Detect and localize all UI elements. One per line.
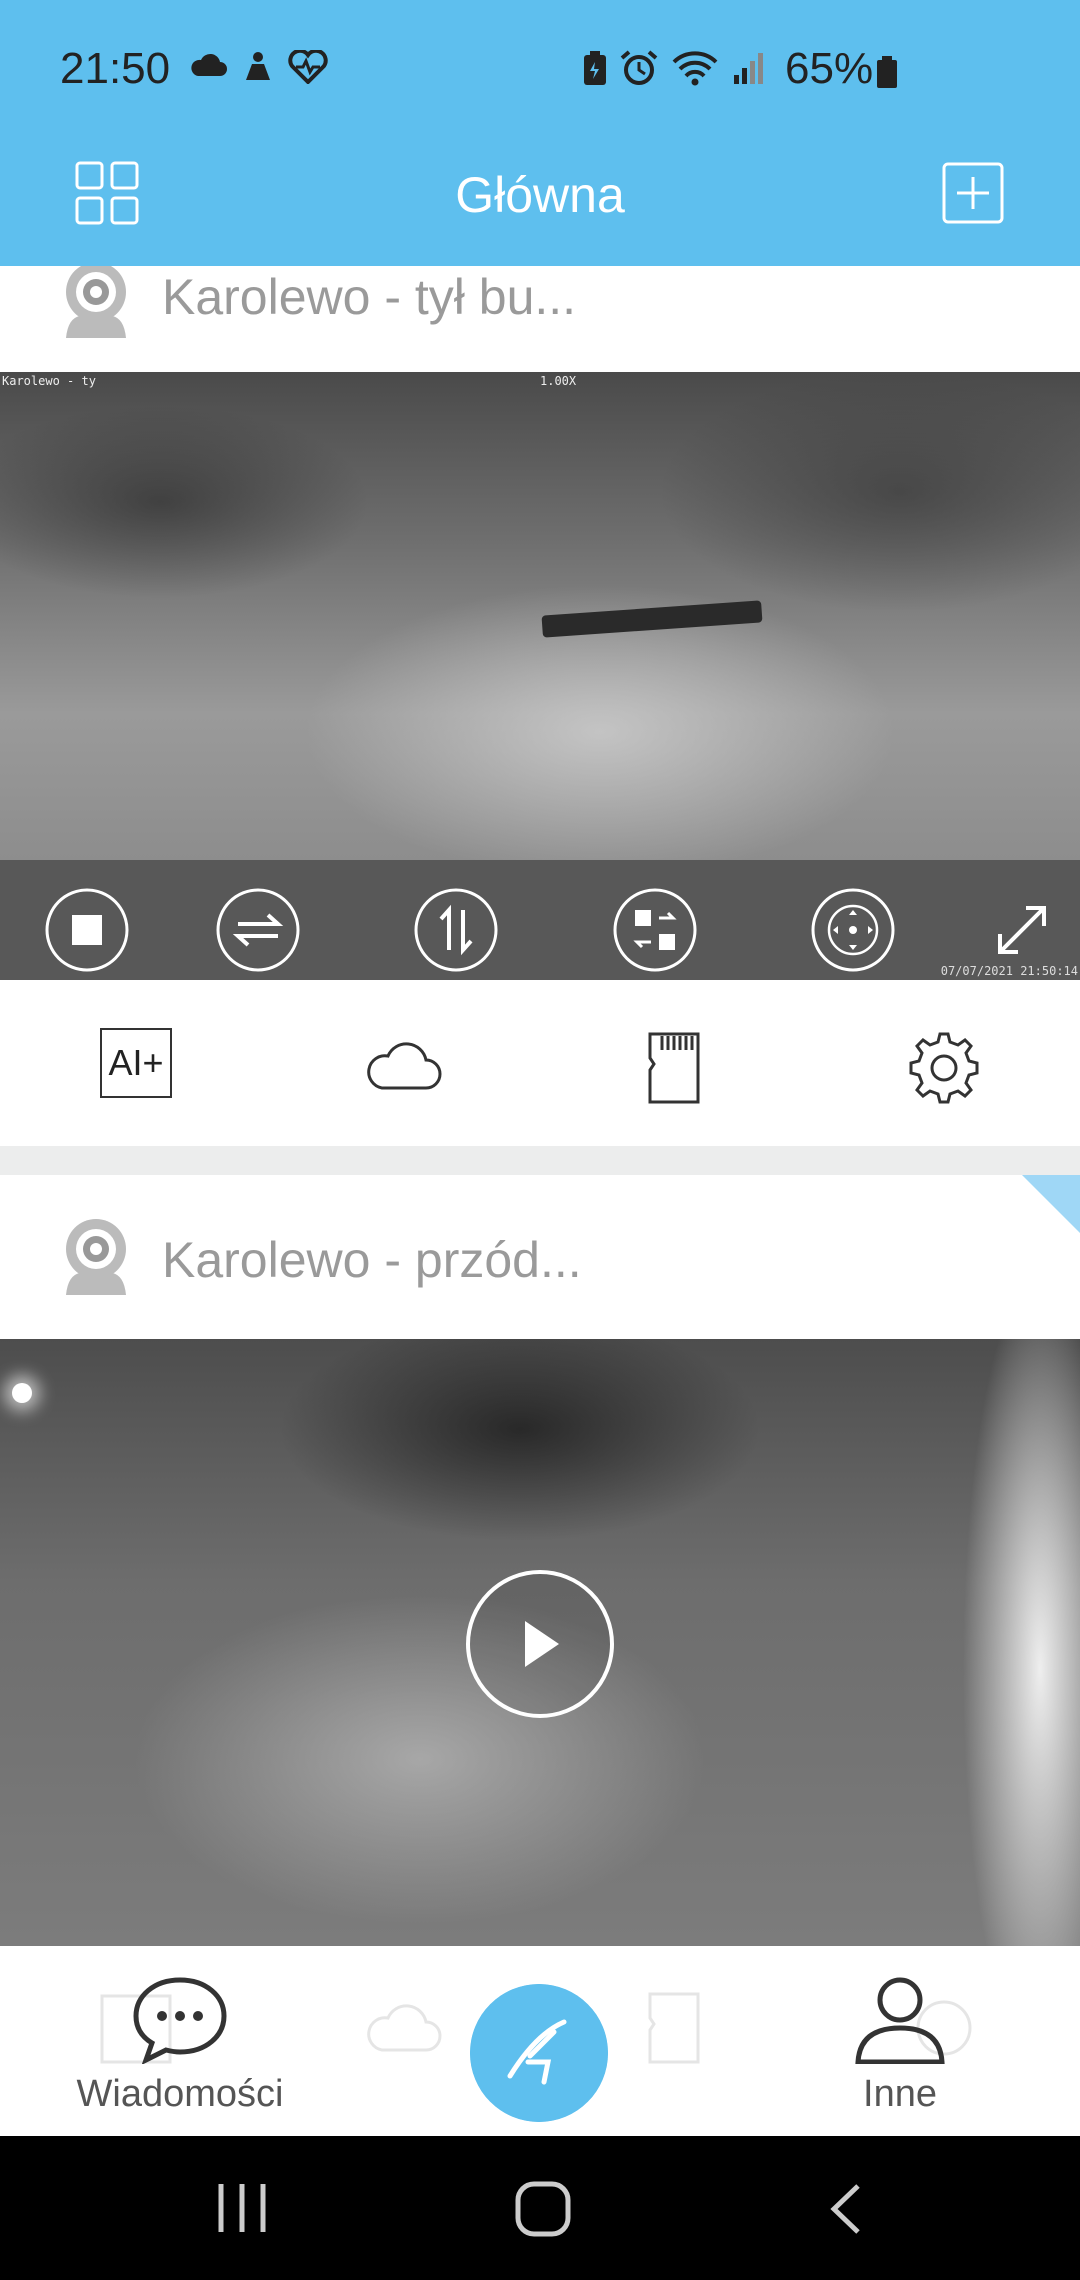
- osd-camera-name: Karolewo - ty: [2, 374, 96, 388]
- nav-others[interactable]: Inne: [800, 1974, 1000, 2116]
- app-notification-icon: [246, 52, 270, 80]
- nav-messages-label: Wiadomości: [76, 2073, 284, 2115]
- nav-others-label: Inne: [863, 2073, 937, 2115]
- status-time: 21:50: [60, 44, 171, 93]
- signal-icon: [734, 53, 763, 84]
- battery-saver-icon: [584, 51, 606, 85]
- add-device-icon[interactable]: [940, 160, 1006, 226]
- playback-controls: 07/07/2021 21:50:14: [0, 860, 1080, 980]
- system-navigation-bar: [0, 2136, 1080, 2280]
- osd-zoom: 1.00X: [540, 374, 577, 388]
- cloud-ghost-icon: [367, 2004, 442, 2052]
- sd-card-ghost-icon: [648, 1992, 700, 2064]
- camera-device-icon: [66, 1219, 126, 1295]
- settings-icon[interactable]: [904, 1030, 984, 1106]
- ai-plus-label: AI+: [108, 1042, 164, 1083]
- camera-live-view[interactable]: Karolewo - ty 1.00X: [0, 372, 1080, 860]
- sd-card-icon[interactable]: [634, 1030, 714, 1106]
- cloud-storage-icon[interactable]: [364, 1030, 444, 1106]
- bottom-navigation: Wiadomości Inne: [0, 1946, 1080, 2136]
- new-badge: [1022, 1175, 1080, 1233]
- health-icon: [288, 50, 328, 84]
- scene-object: [541, 600, 763, 638]
- chat-bubble-icon: [133, 1977, 227, 2066]
- battery-icon: [877, 56, 897, 88]
- wifi-icon: [672, 51, 718, 86]
- app-logo-icon[interactable]: [470, 1984, 608, 2122]
- osd-timestamp: 07/07/2021 21:50:14: [940, 964, 1078, 978]
- stop-icon[interactable]: [45, 888, 129, 972]
- status-bar: 21:50 65%: [0, 0, 1080, 130]
- user-profile-icon: [855, 1977, 945, 2065]
- app-bar: Główna: [0, 130, 1080, 266]
- home-icon[interactable]: [514, 2180, 572, 2238]
- fullscreen-icon[interactable]: [980, 888, 1064, 972]
- switch-stream-icon[interactable]: [613, 888, 697, 972]
- cloud-icon: [191, 53, 227, 76]
- camera-card-header[interactable]: Karolewo - tył bu...: [0, 266, 1080, 372]
- ai-plus-icon[interactable]: AI+: [100, 1028, 172, 1098]
- nav-messages[interactable]: Wiadomości: [40, 1974, 320, 2116]
- scene-light: [12, 1383, 32, 1403]
- ptz-icon[interactable]: [811, 888, 895, 972]
- flip-vertical-icon[interactable]: [414, 888, 498, 972]
- camera-name: Karolewo - tył bu...: [162, 269, 577, 325]
- camera-device-icon: [66, 266, 126, 338]
- alarm-icon: [620, 50, 658, 85]
- recents-icon[interactable]: [215, 2180, 269, 2236]
- camera-card-header[interactable]: Karolewo - przód...: [0, 1175, 1080, 1339]
- play-icon[interactable]: [465, 1569, 615, 1719]
- camera-features-row: AI+: [0, 980, 1080, 1146]
- camera-name: Karolewo - przód...: [162, 1232, 582, 1288]
- back-icon[interactable]: [826, 2180, 866, 2238]
- page-title: Główna: [455, 167, 625, 223]
- mirror-horizontal-icon[interactable]: [216, 888, 300, 972]
- battery-percentage: 65%: [785, 44, 874, 93]
